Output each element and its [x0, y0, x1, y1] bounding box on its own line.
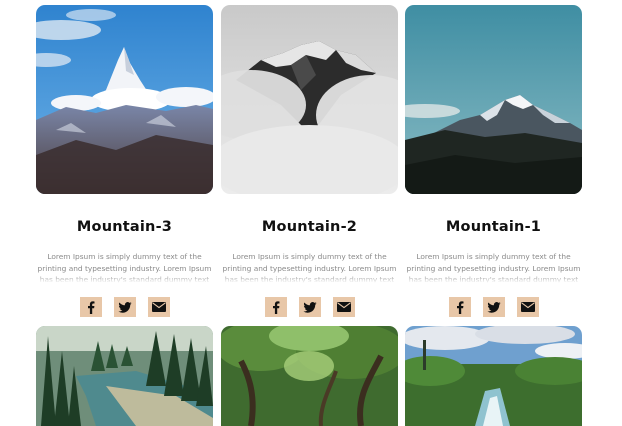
facebook-button[interactable]: [264, 297, 287, 317]
twitter-icon: [117, 301, 132, 313]
card-title: Mountain-3: [76, 219, 173, 235]
facebook-icon: [272, 300, 279, 314]
facebook-icon: [456, 300, 463, 314]
twitter-icon: [302, 301, 317, 313]
email-icon: [151, 302, 166, 312]
twitter-button[interactable]: [298, 297, 321, 317]
card-title: Mountain-1: [445, 219, 542, 235]
social-buttons: [36, 297, 213, 317]
card-description: Lorem Ipsum is simply dummy text of the …: [36, 251, 213, 283]
mountain-2-image: [221, 5, 398, 194]
twitter-button[interactable]: [482, 297, 505, 317]
twitter-icon: [486, 301, 501, 313]
email-button[interactable]: [516, 297, 539, 317]
email-button[interactable]: [332, 297, 355, 317]
mountain-1-image: [405, 5, 582, 194]
forest-river-image: [36, 326, 213, 426]
email-button[interactable]: [147, 297, 170, 317]
social-buttons: [221, 297, 398, 317]
email-icon: [336, 302, 351, 312]
card-description: Lorem Ipsum is simply dummy text of the …: [405, 251, 582, 283]
social-buttons: [405, 297, 582, 317]
card-title: Mountain-2: [261, 219, 358, 235]
facebook-button[interactable]: [448, 297, 471, 317]
facebook-button[interactable]: [79, 297, 102, 317]
forest-path-image: [221, 326, 398, 426]
twitter-button[interactable]: [113, 297, 136, 317]
facebook-icon: [87, 300, 94, 314]
mountain-3-image: [36, 5, 213, 194]
card-description: Lorem Ipsum is simply dummy text of the …: [221, 251, 398, 283]
waterfall-river-image: [405, 326, 582, 426]
email-icon: [520, 302, 535, 312]
